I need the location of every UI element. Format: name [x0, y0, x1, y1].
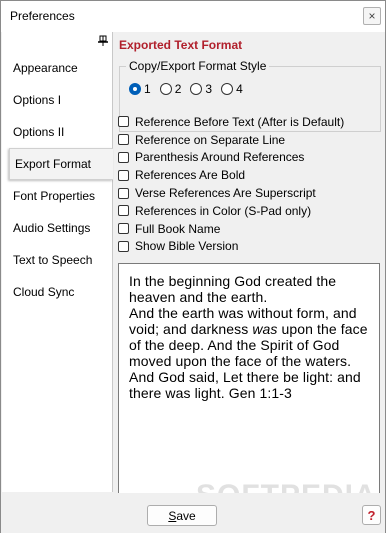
export-options-list: Reference Before Text (After is Default)…: [118, 113, 344, 255]
radio-label: 2: [174, 82, 182, 96]
radio-button-checked[interactable]: [129, 83, 141, 95]
format-style-option-2[interactable]: 2: [159, 82, 182, 96]
checkbox-verse-superscript[interactable]: Verse References Are Superscript: [118, 184, 344, 202]
save-label: Save: [168, 508, 196, 523]
checkbox-show-bible-version[interactable]: Show Bible Version: [118, 238, 344, 256]
preferences-window: Preferences × Appearance Options I Optio…: [0, 0, 386, 533]
export-format-panel: Exported Text Format Copy/Export Format …: [113, 32, 384, 519]
sidebar-item-export-format[interactable]: Export Format: [9, 148, 113, 180]
radio-button[interactable]: [159, 83, 172, 95]
radio-button[interactable]: [190, 83, 203, 95]
sidebar-item-appearance[interactable]: Appearance: [2, 52, 112, 84]
checkbox[interactable]: [118, 151, 129, 163]
checkbox-references-color[interactable]: References in Color (S-Pad only): [118, 202, 344, 220]
preview-line: In the beginning God created the heaven …: [129, 273, 337, 305]
checkbox-label: Show Bible Version: [135, 239, 239, 254]
sidebar-item-text-to-speech[interactable]: Text to Speech: [2, 244, 112, 276]
title-bar: Preferences ×: [1, 1, 385, 32]
checkbox[interactable]: [118, 134, 129, 146]
radio-label: 3: [205, 82, 213, 96]
checkbox[interactable]: [118, 205, 129, 217]
footer: Save ?: [1, 493, 385, 533]
checkbox[interactable]: [118, 116, 129, 128]
sidebar: Appearance Options I Options II Export F…: [2, 32, 113, 492]
checkbox-label: Parenthesis Around References: [135, 150, 305, 165]
close-icon: ×: [368, 9, 376, 23]
checkbox-label: Full Book Name: [135, 221, 221, 236]
checkbox-label: References in Color (S-Pad only): [135, 203, 312, 218]
format-style-label: Copy/Export Format Style: [126, 59, 270, 73]
format-style-option-1[interactable]: 1: [129, 82, 151, 96]
preview-line: And the earth was without form, and void…: [129, 305, 368, 369]
checkbox-full-book-name[interactable]: Full Book Name: [118, 220, 344, 238]
sidebar-item-options-2[interactable]: Options II: [2, 116, 112, 148]
radio-label: 4: [236, 82, 243, 96]
checkbox-parenthesis-references[interactable]: Parenthesis Around References: [118, 149, 344, 167]
checkbox-label: References Are Bold: [135, 168, 246, 183]
checkbox-label: Verse References Are Superscript: [135, 186, 316, 201]
checkbox[interactable]: [118, 187, 129, 199]
save-button[interactable]: Save: [147, 505, 217, 526]
format-style-option-3[interactable]: 3: [190, 82, 212, 96]
sidebar-item-font-properties[interactable]: Font Properties: [2, 180, 112, 212]
close-button[interactable]: ×: [363, 7, 381, 25]
checkbox[interactable]: [118, 169, 129, 181]
section-title: Exported Text Format: [119, 38, 243, 52]
checkbox-label: Reference Before Text (After is Default): [135, 114, 345, 129]
window-title: Preferences: [10, 9, 75, 23]
checkbox[interactable]: [118, 240, 129, 252]
radio-button[interactable]: [221, 83, 234, 95]
help-button[interactable]: ?: [362, 505, 381, 525]
sidebar-item-cloud-sync[interactable]: Cloud Sync: [2, 276, 112, 308]
checkbox-reference-before-text[interactable]: Reference Before Text (After is Default): [118, 113, 344, 131]
radio-label: 1: [144, 82, 151, 96]
preview-line: And God said, Let there be light: and th…: [129, 369, 361, 401]
format-style-option-4[interactable]: 4: [221, 82, 243, 96]
sidebar-item-options-1[interactable]: Options I: [2, 84, 112, 116]
help-icon: ?: [367, 507, 376, 523]
checkbox-label: Reference on Separate Line: [135, 132, 286, 147]
pin-icon[interactable]: [97, 35, 109, 47]
sidebar-item-audio-settings[interactable]: Audio Settings: [2, 212, 112, 244]
checkbox-reference-separate-line[interactable]: Reference on Separate Line: [118, 131, 344, 149]
export-preview: In the beginning God created the heaven …: [118, 263, 380, 519]
checkbox-references-bold[interactable]: References Are Bold: [118, 166, 344, 184]
checkbox[interactable]: [118, 223, 129, 235]
format-style-radios: 1 2 3 4: [129, 82, 252, 96]
